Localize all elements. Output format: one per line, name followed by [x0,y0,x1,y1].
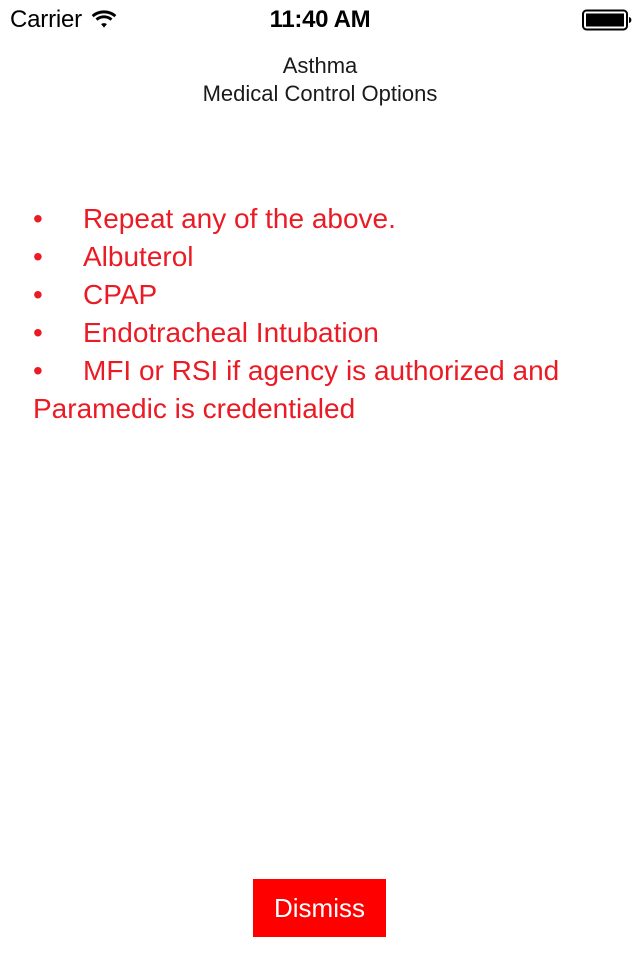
status-bar-time: 11:40 AM [269,6,371,33]
list-item: • Albuterol [33,238,607,276]
list-item-label: Albuterol [83,241,194,272]
battery-full-icon [582,8,632,32]
status-bar: Carrier 11:40 AM [0,0,640,40]
list-item: • Endotracheal Intubation [33,314,607,352]
list-item-label: Repeat any of the above. [83,203,396,234]
list-item-label: CPAP [83,279,158,310]
bullet-icon: • [33,279,43,310]
list-item: • Repeat any of the above. [33,200,607,238]
bullet-icon: • [33,203,43,234]
bullet-icon: • [33,317,43,348]
bullet-icon: • [33,355,43,386]
status-bar-right [582,0,632,40]
list-item: • CPAP [33,276,607,314]
page-title: Asthma Medical Control Options [0,52,640,108]
medical-control-options-list: • Repeat any of the above. • Albuterol • CP… [33,200,607,428]
bullet-icon: • [33,241,43,272]
list-item-label: MFI or RSI if agency is authorized and P… [33,355,560,424]
list-item-label: Endotracheal Intubation [83,317,379,348]
list-item: • MFI or RSI if agency is authorized and … [33,352,607,428]
dismiss-button[interactable]: Dismiss [253,879,386,937]
page-title-line-2: Medical Control Options [202,81,438,106]
page-title-line-1: Asthma [282,53,358,78]
